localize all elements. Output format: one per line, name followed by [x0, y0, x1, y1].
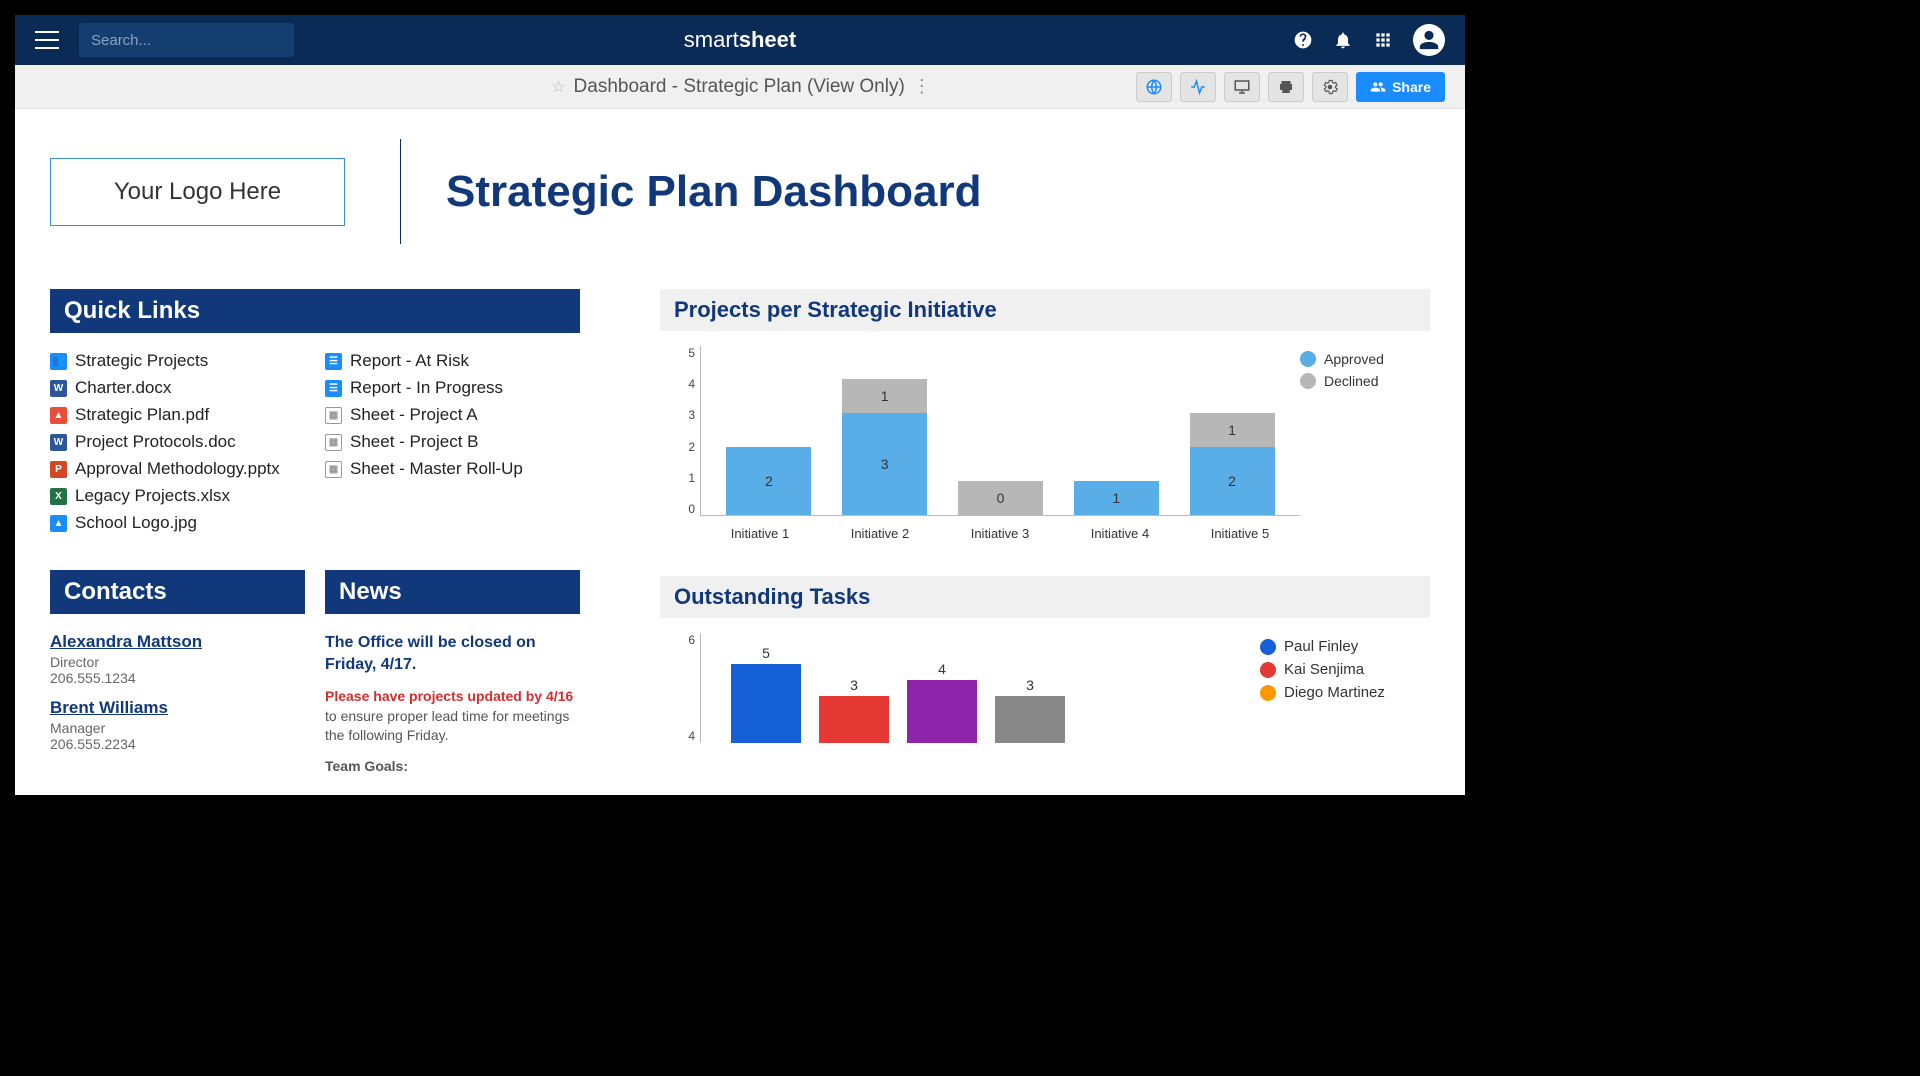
quick-link[interactable]: ▦ Sheet - Project B [325, 432, 580, 452]
settings-button[interactable] [1312, 72, 1348, 102]
document-title: ☆ Dashboard - Strategic Plan (View Only)… [551, 76, 929, 98]
task-bar: 5 [731, 645, 801, 743]
file-icon: ▦ [325, 407, 342, 424]
link-label: School Logo.jpg [75, 513, 197, 533]
file-icon: 👥 [50, 353, 67, 370]
contact-card: Alexandra Mattson Director206.555.1234 [50, 632, 305, 686]
task-bar: 4 [907, 661, 977, 743]
bar-declined: 1 [1190, 413, 1275, 447]
x-label: Initiative 4 [1073, 526, 1168, 541]
contacts-header: Contacts [50, 570, 305, 614]
file-icon: ▦ [325, 461, 342, 478]
news-body: Please have projects updated by 4/16 to … [325, 687, 580, 746]
news-headline: The Office will be closed on Friday, 4/1… [325, 632, 580, 675]
contact-name[interactable]: Alexandra Mattson [50, 632, 305, 652]
star-icon[interactable]: ☆ [551, 77, 565, 97]
link-label: Project Protocols.doc [75, 432, 236, 452]
quick-link[interactable]: W Charter.docx [50, 378, 305, 398]
document-toolbar: ☆ Dashboard - Strategic Plan (View Only)… [15, 65, 1465, 109]
quick-link[interactable]: X Legacy Projects.xlsx [50, 486, 305, 506]
legend-item: Declined [1300, 373, 1420, 389]
legend-item: Diego Martinez [1260, 684, 1420, 701]
link-label: Approval Methodology.pptx [75, 459, 280, 479]
print-button[interactable] [1268, 72, 1304, 102]
file-icon: P [50, 461, 67, 478]
x-label: Initiative 2 [833, 526, 928, 541]
file-icon: W [50, 434, 67, 451]
logo-placeholder: Your Logo Here [50, 158, 345, 226]
link-label: Sheet - Master Roll-Up [350, 459, 523, 479]
more-icon[interactable]: ⋮ [913, 76, 929, 97]
activity-button[interactable] [1180, 72, 1216, 102]
profile-avatar[interactable] [1413, 24, 1445, 56]
quicklinks-header: Quick Links [50, 289, 580, 333]
file-icon: ▲ [50, 407, 67, 424]
quick-link[interactable]: ▲ School Logo.jpg [50, 513, 305, 533]
link-label: Sheet - Project A [350, 405, 478, 425]
x-label: Initiative 1 [713, 526, 808, 541]
link-label: Report - In Progress [350, 378, 503, 398]
bell-icon[interactable] [1333, 30, 1353, 50]
contact-role: Director [50, 654, 305, 670]
menu-icon[interactable] [35, 31, 59, 49]
file-icon: ☰ [325, 380, 342, 397]
contact-phone: 206.555.1234 [50, 670, 305, 686]
file-icon: ▲ [50, 515, 67, 532]
link-label: Legacy Projects.xlsx [75, 486, 230, 506]
top-navbar: smartsheet [15, 15, 1465, 65]
legend-item: Approved [1300, 351, 1420, 367]
dashboard-title: Strategic Plan Dashboard [446, 167, 981, 217]
chart-title: Projects per Strategic Initiative [660, 289, 1430, 331]
bar-approved: 2 [726, 447, 811, 515]
quick-link[interactable]: P Approval Methodology.pptx [50, 459, 305, 479]
share-button[interactable]: Share [1356, 72, 1445, 102]
contact-card: Brent Williams Manager206.555.2234 [50, 698, 305, 752]
quick-link[interactable]: W Project Protocols.doc [50, 432, 305, 452]
legend-item: Paul Finley [1260, 638, 1420, 655]
file-icon: X [50, 488, 67, 505]
search-box[interactable] [79, 23, 294, 57]
globe-button[interactable] [1136, 72, 1172, 102]
contact-role: Manager [50, 720, 305, 736]
file-icon: ▦ [325, 434, 342, 451]
divider [400, 139, 401, 244]
link-label: Report - At Risk [350, 351, 469, 371]
task-bar: 3 [819, 677, 889, 744]
chart-title: Outstanding Tasks [660, 576, 1430, 618]
bar-approved: 3 [842, 413, 927, 515]
news-header: News [325, 570, 580, 614]
help-icon[interactable] [1293, 30, 1313, 50]
chart-tasks: Outstanding Tasks 64 5343 Paul FinleyKai… [660, 576, 1430, 743]
quick-link[interactable]: ☰ Report - At Risk [325, 351, 580, 371]
apps-icon[interactable] [1373, 30, 1393, 50]
quick-link[interactable]: ▦ Sheet - Master Roll-Up [325, 459, 580, 479]
brand-logo: smartsheet [684, 27, 796, 53]
x-label: Initiative 5 [1193, 526, 1288, 541]
file-icon: ☰ [325, 353, 342, 370]
contact-phone: 206.555.2234 [50, 736, 305, 752]
bar-approved: 2 [1190, 447, 1275, 515]
quick-link[interactable]: ▲ Strategic Plan.pdf [50, 405, 305, 425]
file-icon: W [50, 380, 67, 397]
quick-link[interactable]: ☰ Report - In Progress [325, 378, 580, 398]
news-goals: Team Goals: [325, 758, 580, 774]
link-label: Charter.docx [75, 378, 171, 398]
task-bar: 3 [995, 677, 1065, 744]
link-label: Strategic Plan.pdf [75, 405, 209, 425]
search-input[interactable] [91, 32, 290, 49]
bar-declined: 1 [842, 379, 927, 413]
legend-item: Kai Senjima [1260, 661, 1420, 678]
quick-link[interactable]: ▦ Sheet - Project A [325, 405, 580, 425]
present-button[interactable] [1224, 72, 1260, 102]
quick-link[interactable]: 👥 Strategic Projects [50, 351, 305, 371]
chart-initiatives: Projects per Strategic Initiative 543210… [660, 289, 1430, 546]
contact-name[interactable]: Brent Williams [50, 698, 305, 718]
link-label: Strategic Projects [75, 351, 208, 371]
link-label: Sheet - Project B [350, 432, 479, 452]
x-label: Initiative 3 [953, 526, 1048, 541]
bar-approved: 1 [1074, 481, 1159, 515]
